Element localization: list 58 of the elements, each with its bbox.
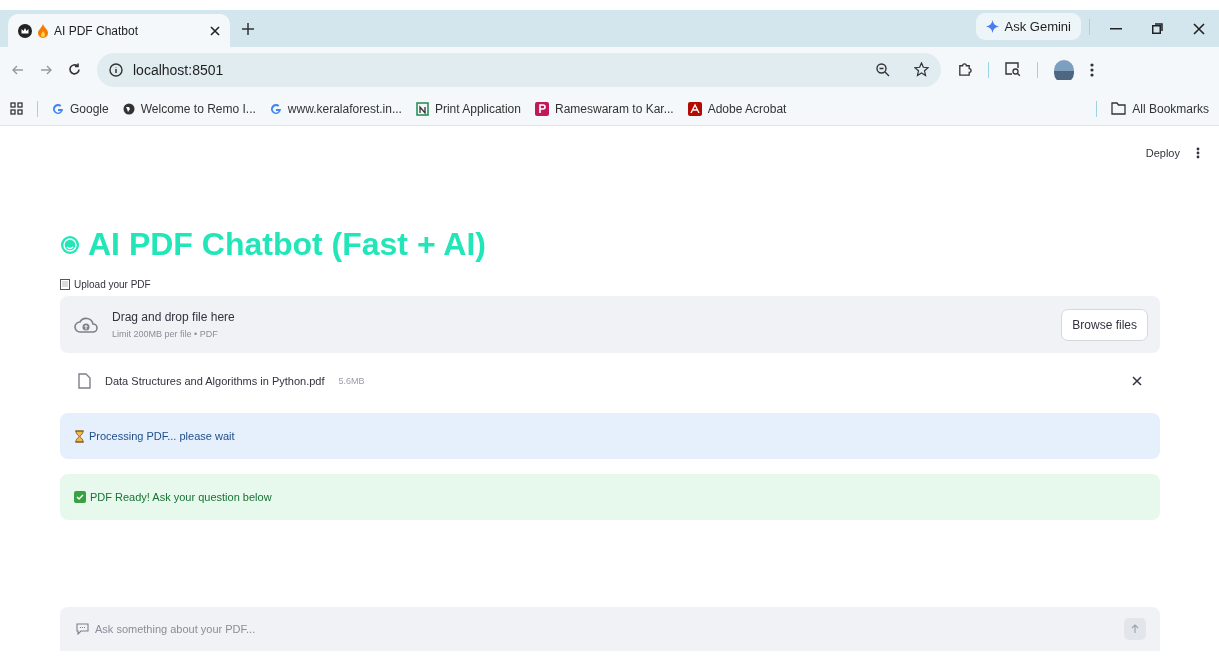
page-title: AI PDF Chatbot (Fast + AI): [88, 226, 486, 263]
crown-icon: [18, 23, 32, 38]
browse-files-button[interactable]: Browse files: [1061, 308, 1148, 341]
close-tab-icon[interactable]: [210, 25, 220, 36]
drop-text: Drag and drop file here: [112, 310, 236, 324]
alert-text: Processing PDF... please wait: [89, 430, 235, 442]
speech-bubble-icon: [76, 623, 89, 635]
chat-field[interactable]: Ask something about your PDF...: [60, 607, 1160, 651]
restore-icon[interactable]: [1152, 23, 1163, 34]
folder-icon: [1111, 102, 1127, 115]
smiley-icon: [60, 234, 80, 255]
tab-title: AI PDF Chatbot: [54, 23, 140, 38]
apps-grid-icon[interactable]: [10, 102, 23, 115]
bookmark-link[interactable]: Print Application: [415, 101, 521, 116]
file-icon: [78, 373, 91, 389]
remove-file-icon[interactable]: [1132, 376, 1142, 386]
flame-icon: [38, 23, 48, 38]
info-icon: [109, 62, 123, 77]
browser-tab[interactable]: AI PDF Chatbot: [8, 14, 230, 47]
screen-search-icon[interactable]: [1005, 62, 1021, 77]
document-n-icon: [415, 101, 429, 116]
close-icon[interactable]: [1193, 22, 1205, 35]
forward-icon[interactable]: [40, 63, 52, 76]
menu-icon[interactable]: [1090, 62, 1094, 77]
new-tab-icon[interactable]: [242, 22, 254, 35]
bookmark-link[interactable]: Adobe Acrobat: [687, 101, 787, 116]
cloud-upload-icon: [74, 315, 98, 334]
pdf-logo-icon: [687, 101, 702, 116]
checkmark-icon: [74, 491, 86, 503]
file-size: 5.6MB: [338, 376, 366, 386]
star-icon[interactable]: [914, 62, 929, 77]
file-name: Data Structures and Algorithms in Python.pdf: [105, 375, 325, 387]
dropzone[interactable]: Drag and drop file here Limit 200MB per file • PDF Browse files: [60, 296, 1160, 353]
zoom-icon[interactable]: [876, 62, 890, 77]
puzzle-icon[interactable]: [957, 62, 972, 77]
minimize-icon[interactable]: [1110, 27, 1122, 30]
p-logo-icon: [534, 101, 549, 116]
bookmark-link[interactable]: www.keralaforest.in...: [269, 101, 402, 116]
bookmark-link[interactable]: Google: [52, 101, 109, 116]
bookmark-link[interactable]: Rameswaram to Kar...: [534, 101, 674, 116]
back-icon[interactable]: [12, 63, 24, 76]
arrow-up-icon: [1130, 624, 1140, 634]
deploy-button[interactable]: Deploy: [1145, 147, 1180, 159]
alert-text: PDF Ready! Ask your question below: [90, 491, 272, 503]
more-icon[interactable]: [1196, 147, 1200, 159]
reload-icon[interactable]: [68, 63, 81, 76]
limit-text: Limit 200MB per file • PDF: [112, 329, 219, 339]
profile-avatar[interactable]: [1054, 59, 1074, 80]
google-icon: [269, 102, 282, 115]
ask-gemini-button[interactable]: Ask Gemini: [975, 12, 1081, 40]
chat-input[interactable]: Ask something about your PDF...: [93, 622, 1120, 636]
sparkle-icon: [985, 19, 999, 33]
bookmark-link[interactable]: Welcome to Remo I...: [122, 101, 256, 116]
google-icon: [52, 102, 64, 115]
document-icon: [60, 279, 70, 290]
all-bookmarks-link[interactable]: All Bookmarks: [1111, 101, 1209, 116]
hourglass-icon: [74, 429, 85, 443]
upload-label: Upload your PDF: [74, 279, 151, 290]
